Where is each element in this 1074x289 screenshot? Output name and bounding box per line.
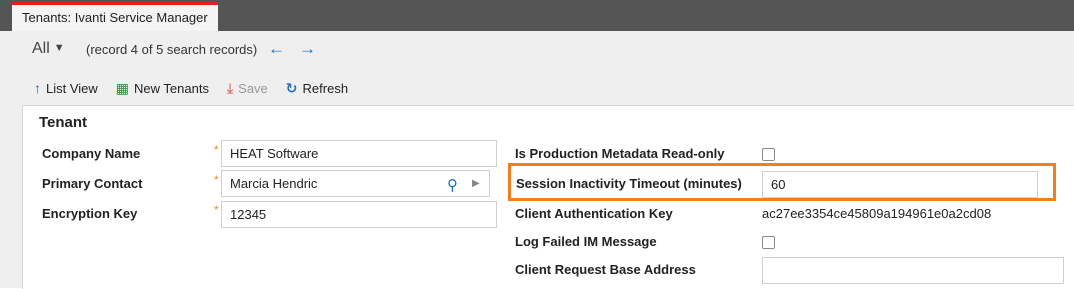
record-info: (record 4 of 5 search records)	[86, 42, 258, 57]
tab-tenants[interactable]: Tenants: Ivanti Service Manager	[12, 2, 218, 31]
required-marker: *	[214, 203, 219, 217]
tab-bar: Tenants: Ivanti Service Manager	[0, 0, 1074, 31]
refresh-label: Refresh	[302, 80, 349, 96]
session-timeout-label: Session Inactivity Timeout (minutes)	[516, 176, 742, 191]
session-timeout-input[interactable]: 60	[762, 171, 1038, 198]
new-record-icon: ▦	[115, 79, 130, 96]
save-button[interactable]: ⤓ Save	[227, 80, 268, 97]
prod-metadata-readonly-checkbox[interactable]	[762, 148, 775, 161]
new-tenants-label: New Tenants	[134, 80, 209, 96]
save-label: Save	[238, 80, 268, 96]
save-icon: ⤓	[226, 79, 234, 96]
filter-dropdown[interactable]: All ▼	[32, 40, 65, 58]
prod-metadata-readonly-label: Is Production Metadata Read-only	[515, 146, 725, 161]
log-failed-im-label: Log Failed IM Message	[515, 234, 657, 249]
chevron-down-icon: ▼	[53, 42, 65, 54]
required-marker: *	[214, 173, 219, 187]
toolbar: ↑ List View ▦ New Tenants ⤓ Save ↻ Refre…	[34, 79, 366, 97]
encryption-key-input[interactable]: 12345	[221, 201, 497, 228]
filter-label: All	[32, 40, 50, 57]
client-request-base-input[interactable]	[762, 257, 1064, 284]
list-view-label: List View	[46, 80, 98, 96]
client-auth-key-value: ac27ee3354ce45809a194961e0a2cd08	[762, 206, 992, 221]
encryption-key-label: Encryption Key	[42, 206, 138, 221]
refresh-button[interactable]: ↻ Refresh	[286, 80, 348, 97]
client-auth-key-label: Client Authentication Key	[515, 206, 673, 221]
primary-contact-label: Primary Contact	[42, 176, 143, 191]
refresh-icon: ↻	[285, 79, 298, 96]
previous-record-arrow-icon[interactable]: ←	[268, 39, 285, 59]
search-icon[interactable]: ⚲	[447, 176, 458, 194]
list-view-button[interactable]: ↑ List View	[34, 80, 98, 96]
next-record-arrow-icon[interactable]: →	[299, 39, 316, 59]
company-name-input[interactable]: HEAT Software	[221, 140, 497, 167]
new-tenants-button[interactable]: ▦ New Tenants	[116, 80, 209, 97]
section-title: Tenant	[39, 114, 88, 131]
arrow-up-icon: ↑	[34, 80, 41, 96]
required-marker: *	[214, 143, 219, 157]
log-failed-im-checkbox[interactable]	[762, 236, 775, 249]
caret-right-icon[interactable]: ▶	[472, 178, 480, 189]
client-request-base-label: Client Request Base Address	[515, 262, 696, 277]
company-name-label: Company Name	[42, 146, 141, 161]
